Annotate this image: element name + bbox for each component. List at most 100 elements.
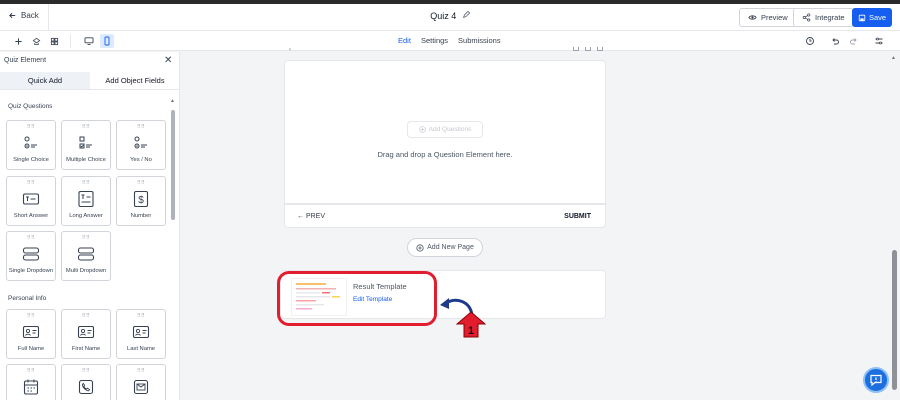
element-single-choice[interactable]: ⠿⠿ Single Choice: [6, 120, 56, 170]
save-button[interactable]: Save: [852, 8, 892, 27]
preview-button[interactable]: Preview: [739, 8, 797, 27]
drag-handle-icon: ⠿⠿: [136, 180, 146, 186]
tab-quick-add[interactable]: Quick Add: [0, 72, 90, 89]
single-choice-icon: [7, 134, 55, 152]
element-single-dropdown[interactable]: ⠿⠿ Single Dropdown: [6, 231, 56, 281]
element-phone[interactable]: ⠿⠿: [61, 364, 111, 400]
yes-no-icon: [117, 134, 165, 152]
multi-dropdown-icon: [62, 245, 110, 263]
element-label: Last Name: [126, 346, 156, 352]
chevron-left-icon[interactable]: ‹: [289, 47, 291, 53]
page-action-icon[interactable]: [585, 47, 591, 51]
chat-icon: [870, 374, 882, 387]
sidebar-tabs: Quick Add Add Object Fields: [0, 72, 179, 90]
add-new-page-button[interactable]: Add New Page: [407, 238, 483, 257]
id-card-icon: [117, 323, 165, 341]
element-date[interactable]: ⠿⠿: [6, 364, 56, 400]
mail-icon: [117, 378, 165, 396]
tab-edit[interactable]: Edit: [398, 36, 411, 45]
element-short-answer[interactable]: ⠿⠿ Short Answer: [6, 176, 56, 226]
prev-button[interactable]: ← PREV: [297, 213, 325, 220]
submit-button[interactable]: SUBMIT: [564, 213, 591, 220]
quiz-title: Quiz 4: [430, 11, 457, 21]
arrow-left-icon: [9, 12, 16, 19]
tab-submissions[interactable]: Submissions: [458, 36, 501, 45]
plus-circle-icon: [416, 243, 424, 252]
drag-handle-icon: ⠿⠿: [136, 368, 146, 374]
tab-add-object-fields[interactable]: Add Object Fields: [90, 72, 179, 89]
quiz-page-card: Add Questions Drag and drop a Question E…: [284, 60, 606, 228]
help-chat-button[interactable]: [863, 367, 889, 393]
element-label: Multi Dropdown: [65, 268, 107, 274]
svg-text:$: $: [138, 195, 144, 206]
plus-circle-icon: [419, 126, 426, 133]
undo-icon[interactable]: [829, 35, 841, 47]
save-icon: [858, 14, 866, 21]
back-label: Back: [21, 11, 39, 20]
close-icon[interactable]: ✕: [164, 55, 172, 66]
page-scroll-up-icon[interactable]: ▲: [891, 55, 896, 61]
drag-handle-icon: ⠿⠿: [81, 180, 91, 186]
annotation-number-arrow-icon: 1: [456, 311, 486, 338]
grid-icon[interactable]: [48, 35, 60, 47]
mobile-view-icon[interactable]: [100, 34, 114, 48]
page-scrollbar-thumb[interactable]: [892, 250, 897, 390]
drag-handle-icon: ⠿⠿: [81, 313, 91, 319]
element-multi-dropdown[interactable]: ⠿⠿ Multi Dropdown: [61, 231, 111, 281]
layers-icon[interactable]: [30, 35, 42, 47]
element-label: First Name: [71, 346, 101, 352]
editor-tabs: Edit Settings Submissions: [398, 36, 501, 45]
element-email[interactable]: ⠿⠿: [116, 364, 166, 400]
sidebar-scrollbar-thumb[interactable]: [171, 110, 175, 220]
drag-handle-icon: ⠿⠿: [26, 313, 36, 319]
element-label: Number: [130, 213, 152, 219]
element-first-name[interactable]: ⠿⠿ First Name: [61, 309, 111, 359]
calendar-icon: [7, 378, 55, 396]
element-label: Long Answer: [69, 213, 103, 219]
element-full-name[interactable]: ⠿⠿ Full Name: [6, 309, 56, 359]
pencil-icon[interactable]: [462, 10, 470, 21]
add-questions-button[interactable]: Add Questions: [407, 121, 483, 138]
svg-text:1: 1: [468, 325, 474, 337]
drag-handle-icon: ⠿⠿: [26, 180, 36, 186]
redo-icon[interactable]: [848, 35, 860, 47]
drag-handle-icon: ⠿⠿: [81, 235, 91, 241]
page-action-icon[interactable]: [597, 47, 603, 51]
section-title-personal-info: Personal Info: [8, 295, 47, 302]
integrate-button[interactable]: Integrate: [793, 8, 854, 27]
element-number[interactable]: ⠿⠿ $ Number: [116, 176, 166, 226]
app-header: Back Quiz 4 Preview Integrate Save: [0, 4, 900, 31]
back-button[interactable]: Back: [8, 11, 39, 20]
sliders-icon[interactable]: [873, 35, 885, 47]
eye-icon: [748, 15, 757, 20]
quiz-element-sidebar: Quiz Element ✕ Quick Add Add Object Fiel…: [0, 52, 180, 400]
short-answer-icon: [7, 190, 55, 208]
plus-icon[interactable]: [12, 35, 24, 47]
scroll-up-arrow-icon[interactable]: ▲: [170, 98, 175, 104]
element-multiple-choice[interactable]: ⠿⠿ Multiple Choice: [61, 120, 111, 170]
header-divider: [48, 4, 49, 31]
element-label: Yes / No: [130, 157, 152, 163]
drag-handle-icon: ⠿⠿: [26, 124, 36, 130]
drag-handle-icon: ⠿⠿: [136, 313, 146, 319]
add-new-page-label: Add New Page: [427, 244, 474, 251]
element-label: Full Name: [17, 346, 45, 352]
canvas-top-controls: ‹: [289, 47, 605, 55]
element-long-answer[interactable]: ⠿⠿ Long Answer: [61, 176, 111, 226]
element-yes-no[interactable]: ⠿⠿ Yes / No: [116, 120, 166, 170]
integrate-label: Integrate: [815, 13, 845, 22]
add-questions-label: Add Questions: [428, 126, 472, 133]
history-icon[interactable]: [804, 35, 816, 47]
element-label: Short Answer: [13, 213, 49, 219]
page-footer: ← PREV SUBMIT: [285, 203, 605, 229]
drag-handle-icon: ⠿⠿: [81, 368, 91, 374]
id-card-icon: [62, 323, 110, 341]
element-last-name[interactable]: ⠿⠿ Last Name: [116, 309, 166, 359]
phone-icon: [62, 378, 110, 396]
tab-settings[interactable]: Settings: [421, 36, 448, 45]
desktop-view-icon[interactable]: [82, 34, 96, 48]
dollar-icon: $: [117, 190, 165, 208]
toolbar-divider: [70, 34, 71, 48]
drag-handle-icon: ⠿⠿: [26, 368, 36, 374]
page-action-icon[interactable]: [573, 47, 579, 51]
